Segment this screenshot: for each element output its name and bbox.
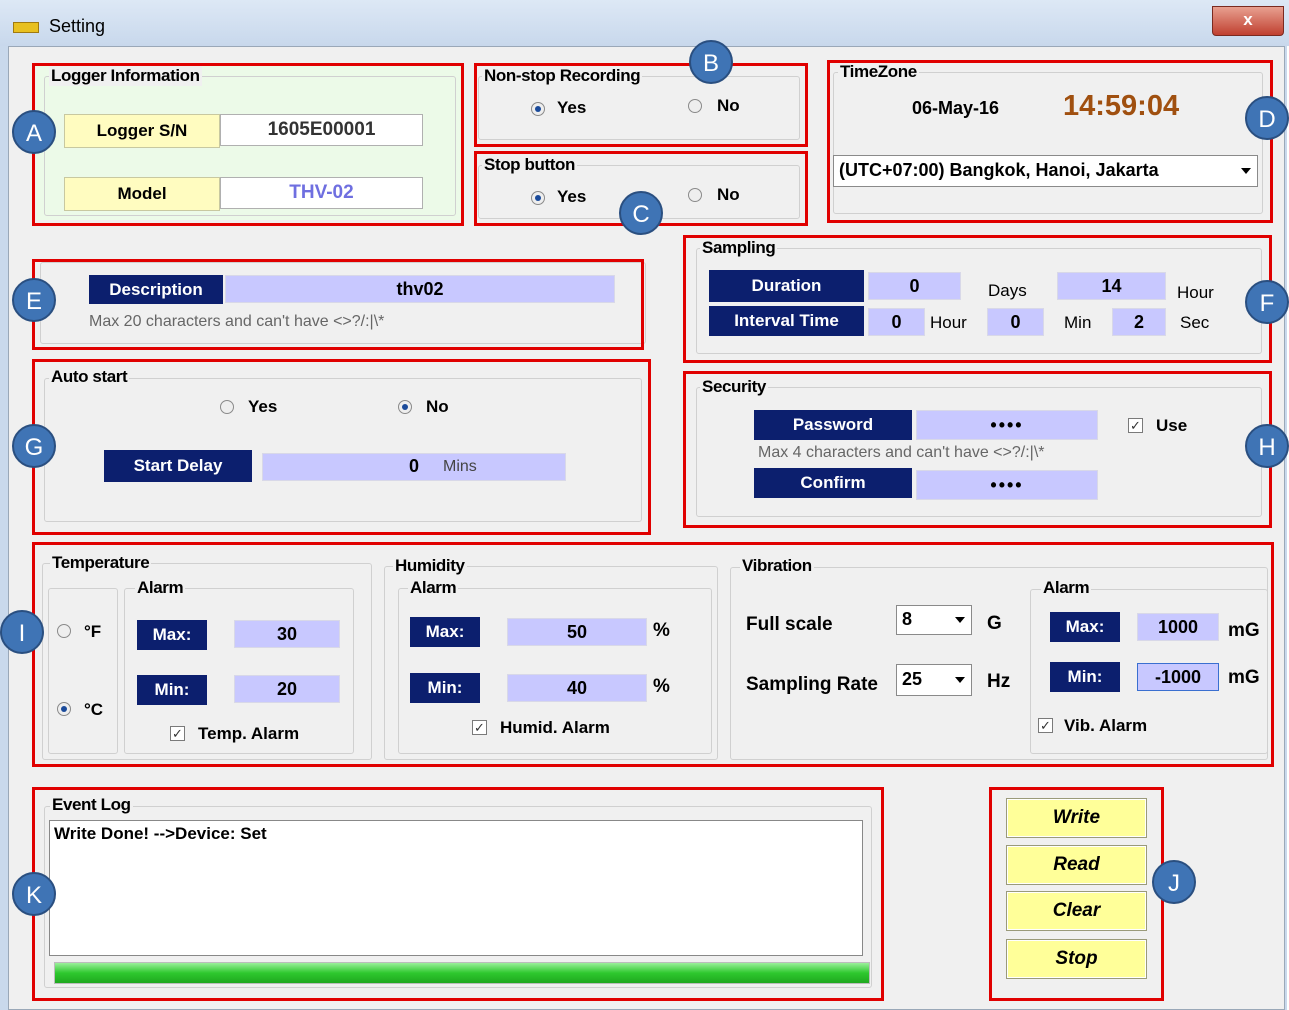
close-button[interactable]: x bbox=[1212, 6, 1284, 36]
window-title: Setting bbox=[49, 16, 106, 36]
callout-box-f bbox=[683, 235, 1272, 363]
callout-badge-h: H bbox=[1245, 424, 1289, 468]
callout-box-k bbox=[32, 787, 884, 1001]
callout-badge-a: A bbox=[12, 110, 56, 154]
callout-badge-b: B bbox=[689, 40, 733, 84]
callout-badge-k: K bbox=[12, 872, 56, 916]
callout-badge-j: J bbox=[1152, 860, 1196, 904]
app-icon bbox=[13, 22, 39, 33]
callout-box-a bbox=[32, 63, 464, 226]
callout-box-d bbox=[827, 60, 1273, 223]
callout-badge-c: C bbox=[619, 191, 663, 235]
callout-badge-f: F bbox=[1245, 280, 1289, 324]
callout-box-j bbox=[989, 787, 1164, 1001]
callout-box-e bbox=[32, 259, 644, 350]
callout-badge-e: E bbox=[12, 278, 56, 322]
title-bar: Setting x bbox=[0, 0, 1289, 46]
callout-badge-g: G bbox=[12, 424, 56, 468]
callout-box-h bbox=[683, 371, 1272, 528]
callout-box-b bbox=[474, 63, 808, 147]
callout-box-i bbox=[32, 542, 1274, 767]
callout-badge-i: I bbox=[0, 610, 44, 654]
callout-box-g bbox=[32, 359, 651, 535]
callout-badge-d: D bbox=[1245, 96, 1289, 140]
